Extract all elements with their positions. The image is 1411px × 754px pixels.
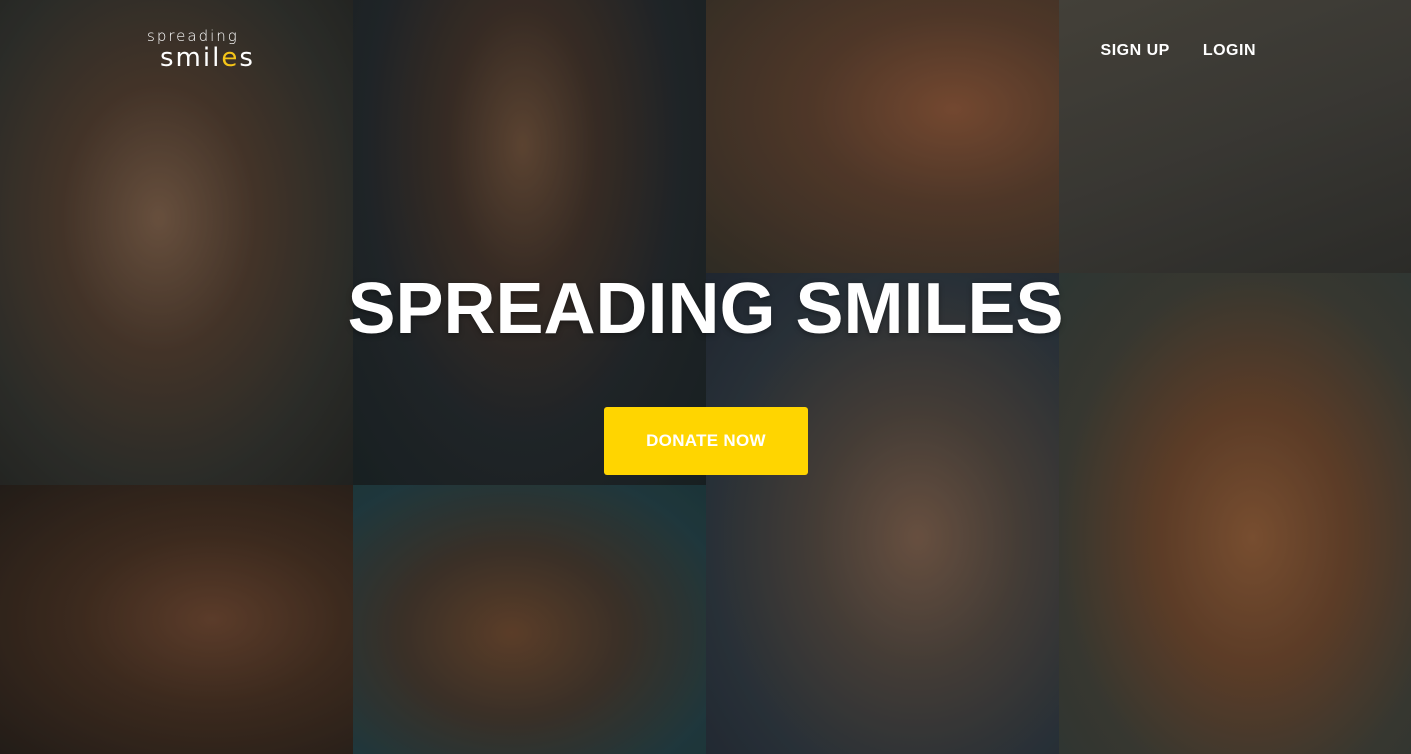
photo-tile-two-girls xyxy=(353,485,706,754)
logo-bottom-post: s xyxy=(239,43,255,73)
logo-swoosh-letter: e xyxy=(221,43,240,73)
signup-link[interactable]: SIGN UP xyxy=(1101,42,1170,60)
photo-tile-group-of-children xyxy=(0,485,353,754)
hero-section: spreading smiles SIGN UP LOGIN SPREADING… xyxy=(0,0,1411,754)
photo-tile-two-children xyxy=(706,0,1059,273)
photo-tile-children-writing xyxy=(1059,0,1411,273)
logo-bottom-pre: smil xyxy=(160,43,222,73)
hero-title: SPREADING SMILES xyxy=(347,269,1064,349)
logo-bottom-text: smiles xyxy=(160,44,255,72)
top-nav: SIGN UP LOGIN xyxy=(1101,42,1256,60)
donate-button[interactable]: DONATE NOW xyxy=(604,407,808,475)
site-logo[interactable]: spreading smiles xyxy=(147,28,255,72)
logo-top-text: spreading xyxy=(147,27,239,45)
login-link[interactable]: LOGIN xyxy=(1203,42,1256,60)
